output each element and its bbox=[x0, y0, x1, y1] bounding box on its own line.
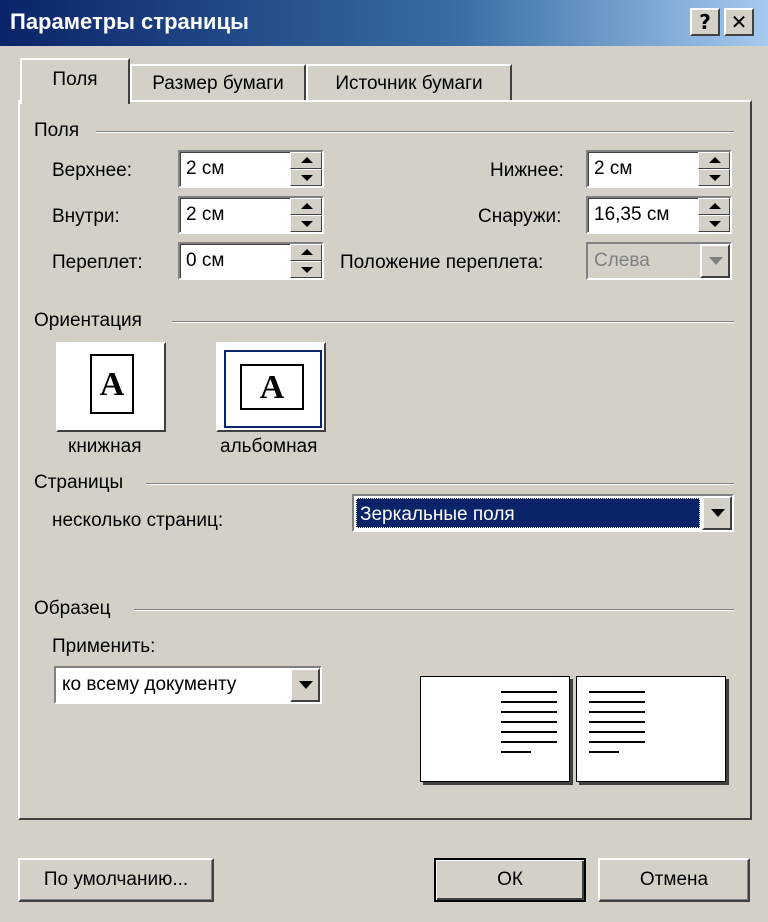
landscape-page-icon: A bbox=[240, 364, 304, 410]
multiple-pages-label: несколько страниц: bbox=[52, 510, 224, 531]
pages-group-line bbox=[146, 483, 734, 485]
default-button[interactable]: По умолчанию... bbox=[18, 858, 214, 902]
inside-margin-value[interactable]: 2 см bbox=[186, 204, 224, 226]
inside-margin-label: Внутри: bbox=[52, 206, 120, 227]
chevron-down-icon[interactable] bbox=[702, 496, 732, 530]
portrait-page-letter: A bbox=[99, 366, 125, 403]
chevron-down-icon[interactable] bbox=[700, 244, 730, 278]
apply-to-select[interactable]: ко всему документу bbox=[54, 666, 322, 704]
chevron-down-icon[interactable] bbox=[290, 668, 320, 702]
spin-down-icon[interactable] bbox=[290, 169, 322, 186]
portrait-page-icon: A bbox=[90, 354, 134, 414]
multiple-pages-select[interactable]: Зеркальные поля bbox=[352, 494, 734, 532]
spin-down-icon[interactable] bbox=[698, 215, 730, 232]
tab-paper-source[interactable]: Источник бумаги bbox=[306, 64, 512, 102]
window-title: Параметры страницы bbox=[10, 9, 249, 34]
spin-down-icon[interactable] bbox=[290, 261, 322, 278]
spin-up-icon[interactable] bbox=[290, 198, 322, 215]
landscape-button[interactable]: A bbox=[216, 342, 326, 432]
tab-margins-label: Поля bbox=[52, 69, 98, 90]
margins-group-label: Поля bbox=[34, 120, 88, 142]
outside-margin-spinner[interactable]: 16,35 см bbox=[586, 196, 732, 234]
ok-button[interactable]: ОК bbox=[434, 858, 586, 902]
spin-up-icon[interactable] bbox=[290, 152, 322, 169]
gutter-position-select[interactable]: Слева bbox=[586, 242, 732, 280]
preview-left-page bbox=[420, 676, 570, 782]
cancel-button[interactable]: Отмена bbox=[598, 858, 750, 902]
tab-paper-source-label: Источник бумаги bbox=[335, 73, 483, 94]
multiple-pages-value[interactable]: Зеркальные поля bbox=[360, 504, 515, 526]
margins-group-line bbox=[96, 131, 734, 133]
pages-group-label: Страницы bbox=[34, 472, 132, 494]
close-icon[interactable]: ✕ bbox=[724, 8, 754, 36]
preview-right-page bbox=[576, 676, 726, 782]
sample-group-label: Образец bbox=[34, 598, 119, 620]
bottom-margin-spinner[interactable]: 2 см bbox=[586, 150, 732, 188]
gutter-value[interactable]: 0 см bbox=[186, 250, 224, 272]
spin-down-icon[interactable] bbox=[290, 215, 322, 232]
landscape-page-letter: A bbox=[259, 369, 285, 406]
gutter-label: Переплет: bbox=[52, 252, 143, 273]
landscape-label: альбомная bbox=[220, 436, 318, 457]
active-tab-join bbox=[22, 100, 128, 104]
top-margin-label: Верхнее: bbox=[52, 160, 132, 181]
outside-margin-value[interactable]: 16,35 см bbox=[594, 204, 669, 226]
outside-margin-label: Снаружи: bbox=[478, 206, 562, 227]
tab-margins[interactable]: Поля bbox=[20, 58, 130, 104]
gutter-position-value[interactable]: Слева bbox=[594, 250, 650, 272]
spin-up-icon[interactable] bbox=[698, 198, 730, 215]
tab-paper-size-label: Размер бумаги bbox=[152, 73, 284, 94]
gutter-position-label: Положение переплета: bbox=[340, 252, 544, 273]
gutter-spinner[interactable]: 0 см bbox=[178, 242, 324, 280]
sample-group-line bbox=[134, 609, 734, 611]
title-bar: Параметры страницы ? ✕ bbox=[0, 0, 768, 46]
spin-up-icon[interactable] bbox=[290, 244, 322, 261]
bottom-margin-value[interactable]: 2 см bbox=[594, 158, 632, 180]
help-button[interactable]: ? bbox=[690, 8, 720, 36]
apply-label: Применить: bbox=[52, 636, 156, 657]
apply-to-value[interactable]: ко всему документу bbox=[62, 674, 236, 696]
bottom-margin-label: Нижнее: bbox=[490, 160, 564, 181]
portrait-label: книжная bbox=[68, 436, 142, 457]
orientation-group-label: Ориентация bbox=[34, 310, 150, 332]
portrait-button[interactable]: A bbox=[56, 342, 166, 432]
top-margin-value[interactable]: 2 см bbox=[186, 158, 224, 180]
tab-paper-size[interactable]: Размер бумаги bbox=[130, 64, 306, 102]
orientation-group-line bbox=[172, 321, 734, 323]
inside-margin-spinner[interactable]: 2 см bbox=[178, 196, 324, 234]
top-margin-spinner[interactable]: 2 см bbox=[178, 150, 324, 188]
spin-up-icon[interactable] bbox=[698, 152, 730, 169]
spin-down-icon[interactable] bbox=[698, 169, 730, 186]
